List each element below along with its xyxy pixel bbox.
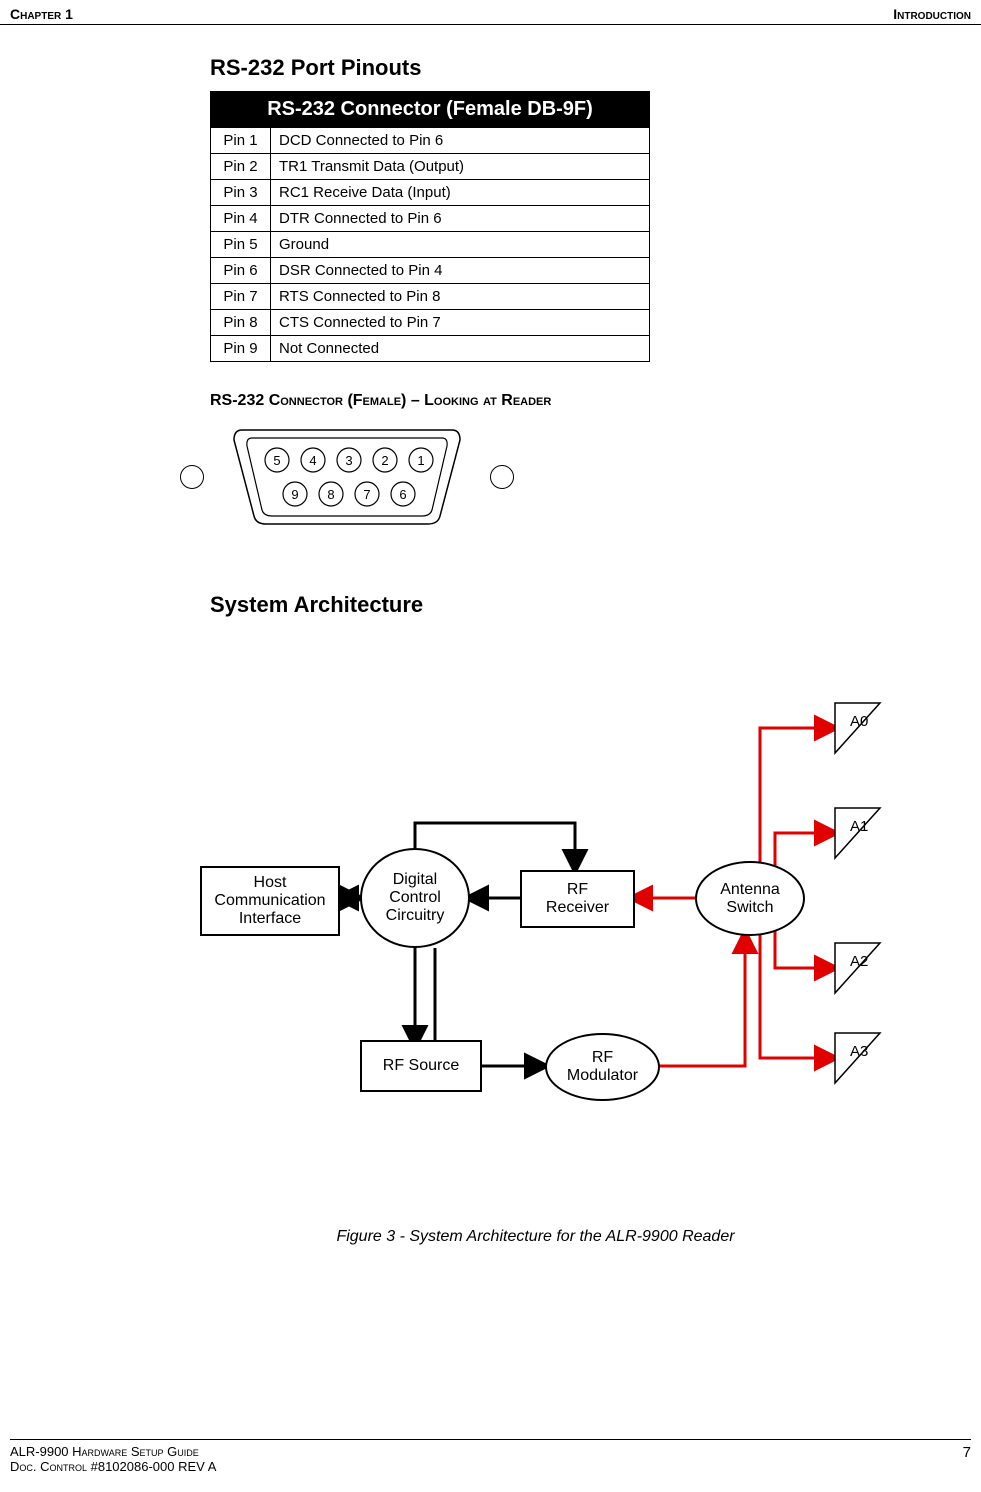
- header-chapter: Chapter 1: [10, 6, 73, 22]
- connector-subheading: RS-232 Connector (Female) – Looking at R…: [210, 392, 861, 410]
- antenna-label-a2: A2: [850, 953, 868, 970]
- desc-cell: CTS Connected to Pin 7: [271, 310, 650, 336]
- desc-cell: DSR Connected to Pin 4: [271, 258, 650, 284]
- table-row: Pin 6DSR Connected to Pin 4: [211, 258, 650, 284]
- desc-cell: DTR Connected to Pin 6: [271, 206, 650, 232]
- svg-text:6: 6: [399, 487, 406, 502]
- table-row: Pin 1DCD Connected to Pin 6: [211, 128, 650, 154]
- desc-cell: Ground: [271, 232, 650, 258]
- antenna-label-a0: A0: [850, 713, 868, 730]
- page-header: Chapter 1 Introduction: [0, 0, 981, 25]
- svg-text:5: 5: [273, 453, 280, 468]
- block-rf-modulator: RF Modulator: [545, 1033, 660, 1101]
- db9-connector-figure: 5 4 3 2 1 9 8 7 6: [180, 422, 861, 532]
- table-row: Pin 5Ground: [211, 232, 650, 258]
- pinout-table: RS-232 Connector (Female DB-9F) Pin 1DCD…: [210, 91, 650, 362]
- desc-cell: RTS Connected to Pin 8: [271, 284, 650, 310]
- pin-cell: Pin 4: [211, 206, 271, 232]
- block-rf-receiver: RF Receiver: [520, 870, 635, 928]
- antenna-label-a3: A3: [850, 1043, 868, 1060]
- pin-cell: Pin 1: [211, 128, 271, 154]
- figure-caption: Figure 3 - System Architecture for the A…: [210, 1228, 861, 1246]
- desc-cell: TR1 Transmit Data (Output): [271, 154, 650, 180]
- desc-cell: Not Connected: [271, 336, 650, 362]
- pin-cell: Pin 2: [211, 154, 271, 180]
- footer-doc-control: Doc. Control #8102086-000 REV A: [10, 1459, 216, 1474]
- section-title-pinouts: RS-232 Port Pinouts: [210, 55, 861, 81]
- db9-connector-icon: 5 4 3 2 1 9 8 7 6: [222, 422, 472, 532]
- block-host-comm: Host Communication Interface: [200, 866, 340, 936]
- antenna-label-a1: A1: [850, 818, 868, 835]
- svg-text:3: 3: [345, 453, 352, 468]
- table-row: Pin 9Not Connected: [211, 336, 650, 362]
- block-rf-source: RF Source: [360, 1040, 482, 1092]
- table-row: Pin 2TR1 Transmit Data (Output): [211, 154, 650, 180]
- pin-cell: Pin 7: [211, 284, 271, 310]
- table-row: Pin 8CTS Connected to Pin 7: [211, 310, 650, 336]
- header-section: Introduction: [893, 6, 971, 22]
- block-antenna-switch: Antenna Switch: [695, 861, 805, 936]
- desc-cell: DCD Connected to Pin 6: [271, 128, 650, 154]
- svg-text:9: 9: [291, 487, 298, 502]
- table-row: Pin 4DTR Connected to Pin 6: [211, 206, 650, 232]
- pin-cell: Pin 8: [211, 310, 271, 336]
- pin-cell: Pin 6: [211, 258, 271, 284]
- svg-text:8: 8: [327, 487, 334, 502]
- svg-text:4: 4: [309, 453, 316, 468]
- pinout-table-header: RS-232 Connector (Female DB-9F): [211, 92, 650, 128]
- section-title-architecture: System Architecture: [210, 592, 861, 618]
- block-digital-control: Digital Control Circuitry: [360, 848, 470, 948]
- desc-cell: RC1 Receive Data (Input): [271, 180, 650, 206]
- architecture-diagram: Host Communication Interface Digital Con…: [200, 648, 900, 1168]
- footer-title: ALR-9900 Hardware Setup Guide: [10, 1444, 216, 1459]
- pin-cell: Pin 3: [211, 180, 271, 206]
- table-row: Pin 3RC1 Receive Data (Input): [211, 180, 650, 206]
- pin-cell: Pin 5: [211, 232, 271, 258]
- page-footer: ALR-9900 Hardware Setup Guide Doc. Contr…: [10, 1439, 971, 1474]
- screw-icon: [180, 465, 204, 489]
- svg-text:7: 7: [363, 487, 370, 502]
- page-number: 7: [963, 1444, 971, 1474]
- table-row: Pin 7RTS Connected to Pin 8: [211, 284, 650, 310]
- svg-text:1: 1: [417, 453, 424, 468]
- pin-cell: Pin 9: [211, 336, 271, 362]
- svg-text:2: 2: [381, 453, 388, 468]
- screw-icon: [490, 465, 514, 489]
